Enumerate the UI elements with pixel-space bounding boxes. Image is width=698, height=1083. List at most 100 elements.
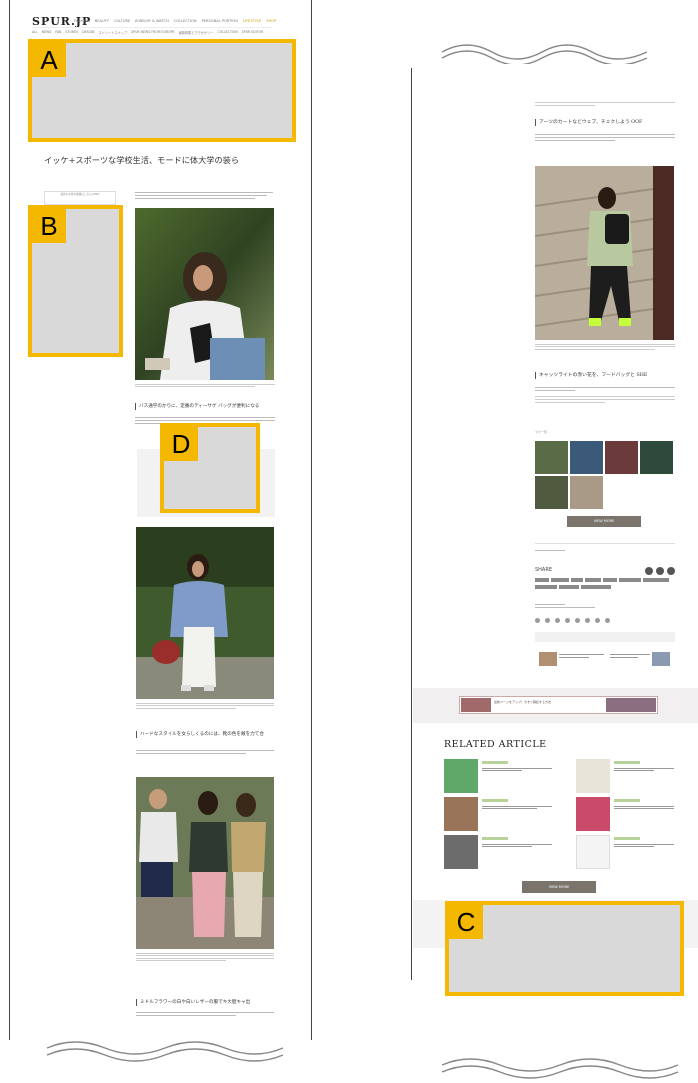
overlay-label-d: D xyxy=(164,427,198,461)
photo-2-caption xyxy=(136,701,274,710)
wave-break-icon xyxy=(441,1058,679,1079)
main-nav: FASHION BEAUTY CULTURE JEWELRY & WATCH COLLE… xyxy=(74,19,276,23)
related-thumb[interactable] xyxy=(576,759,610,793)
street-photo-2 xyxy=(136,527,274,699)
thumbnail[interactable] xyxy=(535,441,568,474)
rc-photo-caption xyxy=(535,342,675,351)
tag-chip[interactable] xyxy=(551,578,569,582)
wave-break-icon xyxy=(441,44,648,64)
related-thumb[interactable] xyxy=(444,759,478,793)
related-text[interactable] xyxy=(482,804,552,811)
rc-subhead-2: キャッツライトの赤い花を、フードバッグと SHE xyxy=(535,372,675,379)
related-category xyxy=(482,837,508,840)
sub-nav-item[interactable]: 最新特集とアクセサリー xyxy=(179,30,214,35)
tags-label: タグ一覧 xyxy=(535,430,548,434)
sub-nav-item[interactable]: COLLECTION xyxy=(217,30,237,35)
tag-chip[interactable] xyxy=(571,578,583,582)
nav-item[interactable]: CULTURE xyxy=(114,19,130,23)
tag-chip[interactable] xyxy=(535,578,549,582)
overlay-label-c: C xyxy=(449,905,483,939)
share-icon[interactable] xyxy=(667,567,675,575)
section-paragraph-2 xyxy=(136,748,274,756)
nav-item[interactable]: PERSONAL PORTION xyxy=(202,19,238,23)
social-icon[interactable] xyxy=(605,618,610,623)
thumbnail[interactable] xyxy=(570,476,603,509)
share-icon[interactable] xyxy=(656,567,664,575)
related-thumb[interactable] xyxy=(576,835,610,869)
nav-item[interactable]: FASHION xyxy=(74,19,90,23)
article-title: イッケ+スポーツな学校生活、モードに体大学の装ら xyxy=(44,155,240,165)
thumbnail-grid xyxy=(535,441,675,509)
sub-nav-item[interactable]: STORES xyxy=(65,30,78,35)
tag-chip[interactable] xyxy=(535,585,557,589)
share-icon[interactable] xyxy=(645,567,653,575)
sub-nav-item[interactable]: ストリートスナップ xyxy=(98,30,127,35)
sub-nav-item[interactable]: SPUR EDITOR xyxy=(242,30,264,35)
photo-3-caption xyxy=(136,951,274,963)
related-text[interactable] xyxy=(614,766,674,773)
related-text[interactable] xyxy=(614,804,674,811)
social-icon[interactable] xyxy=(595,618,600,623)
nav-item[interactable]: BEAUTY xyxy=(95,19,109,23)
next-article-text[interactable] xyxy=(610,652,650,660)
nav-item[interactable]: SHOP xyxy=(266,19,276,23)
related-thumb[interactable] xyxy=(444,835,478,869)
credit-text xyxy=(535,549,565,552)
social-icon[interactable] xyxy=(555,618,560,623)
social-icon[interactable] xyxy=(535,618,540,623)
share-label: SHARE xyxy=(535,567,552,573)
social-icon-row xyxy=(535,618,625,624)
sub-nav-item[interactable]: NEWS xyxy=(42,30,52,35)
overlay-region-a: A xyxy=(28,39,296,142)
nav-item[interactable]: JEWELRY & WATCH xyxy=(135,19,168,23)
social-icon[interactable] xyxy=(585,618,590,623)
related-thumb[interactable] xyxy=(576,797,610,831)
view-more-button[interactable]: VIEW MORE xyxy=(567,516,641,527)
sub-nav-item[interactable]: FAN xyxy=(55,30,61,35)
thumbnail[interactable] xyxy=(640,441,673,474)
related-more-button[interactable]: VIEW MORE xyxy=(522,881,596,893)
next-article-thumb[interactable] xyxy=(652,652,670,666)
tag-chip[interactable] xyxy=(643,578,669,582)
banner-image-right xyxy=(606,698,656,712)
related-text[interactable] xyxy=(482,766,552,773)
tag-chip[interactable] xyxy=(581,585,611,589)
social-icon[interactable] xyxy=(565,618,570,623)
tag-chips xyxy=(535,578,675,592)
related-category xyxy=(614,761,640,764)
thumbnail[interactable] xyxy=(605,441,638,474)
social-icon[interactable] xyxy=(545,618,550,623)
rc-subhead-1: アーツのカートなどウェブ、チェクしよう OOF xyxy=(535,119,675,126)
rc-intro-text xyxy=(535,100,675,108)
prev-article-text[interactable] xyxy=(559,652,604,660)
sub-nav-item[interactable]: ALL xyxy=(32,30,38,35)
prev-article-thumb[interactable] xyxy=(539,652,557,666)
tag-chip[interactable] xyxy=(603,578,617,582)
related-text[interactable] xyxy=(482,842,552,849)
related-article-title: RELATED ARTICLE xyxy=(444,739,547,750)
related-thumb[interactable] xyxy=(444,797,478,831)
social-icon[interactable] xyxy=(575,618,580,623)
related-category xyxy=(482,799,508,802)
tag-chip[interactable] xyxy=(585,578,601,582)
tag-chip[interactable] xyxy=(619,578,641,582)
tag-chip[interactable] xyxy=(559,585,579,589)
sidebar-promo-box[interactable]: 最新のお得な情報はこちら(LINE) xyxy=(44,191,116,205)
banner-image-left xyxy=(461,698,491,712)
sub-nav-item[interactable]: DESIGN xyxy=(82,30,94,35)
wave-break-icon xyxy=(46,1041,284,1062)
intro-paragraph xyxy=(135,190,275,202)
right-frame-edge xyxy=(411,68,412,980)
nav-item[interactable]: COLLECTION xyxy=(174,19,197,23)
sub-nav-item[interactable]: SPUR NEWS FROM EUROPE xyxy=(131,30,174,35)
related-text[interactable] xyxy=(614,842,674,849)
sub-nav: ALL NEWS FAN STORES DESIGN ストリートスナップ SPUR NEWS… xyxy=(32,30,263,35)
notice-bar xyxy=(535,632,675,642)
nav-item[interactable]: LIFESTYLE xyxy=(243,19,261,23)
overlay-region-c: C xyxy=(445,901,684,996)
overlay-label-a: A xyxy=(32,43,66,77)
thumbnail[interactable] xyxy=(570,441,603,474)
thumbnail[interactable] xyxy=(535,476,568,509)
left-frame-edge xyxy=(9,0,10,1040)
rc-paragraph-1 xyxy=(535,132,675,143)
